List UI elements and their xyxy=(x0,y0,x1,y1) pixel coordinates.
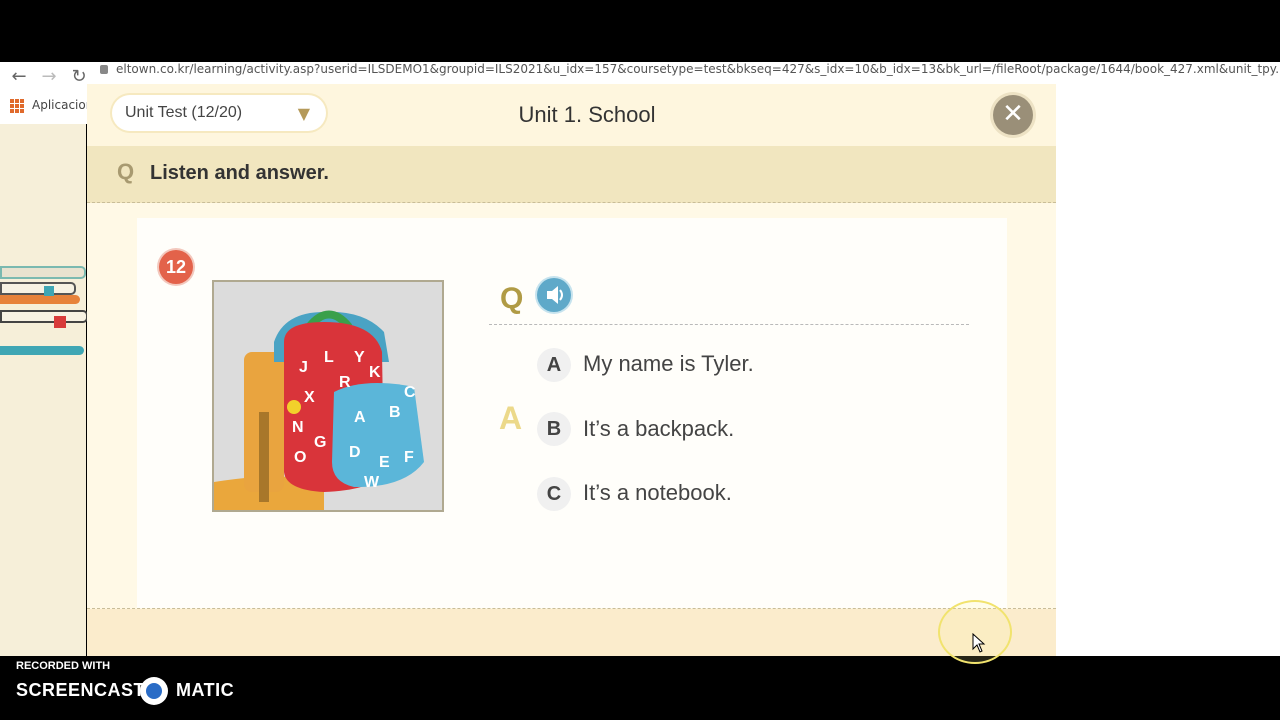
close-icon: ✕ xyxy=(1002,99,1024,129)
apps-grid-icon[interactable] xyxy=(10,98,24,113)
option-a-letter[interactable]: A xyxy=(537,348,571,382)
book-icon xyxy=(0,310,88,323)
screencast-text: SCREENCAST xyxy=(16,680,146,700)
back-arrow-icon[interactable]: ← xyxy=(8,66,30,88)
option-c-letter[interactable]: C xyxy=(537,477,571,511)
close-button[interactable]: ✕ xyxy=(993,95,1033,135)
screencast-logo-icon xyxy=(140,677,168,705)
svg-text:R: R xyxy=(339,374,351,391)
bookmark-ribbon-icon xyxy=(54,316,66,328)
activity-panel: Unit Test (12/20) ▼ Unit 1. School ✕ Q L… xyxy=(87,84,1056,656)
question-number-badge: 12 xyxy=(159,250,193,284)
book-icon xyxy=(0,346,84,355)
address-bar[interactable]: eltown.co.kr/learning/activity.asp?useri… xyxy=(100,62,1280,82)
matic-text: MATIC xyxy=(176,680,235,700)
svg-text:E: E xyxy=(379,454,390,471)
left-decoration xyxy=(0,124,88,656)
page-background xyxy=(1056,84,1280,656)
page-title: Unit 1. School xyxy=(518,102,656,127)
footer-bar xyxy=(87,609,1056,656)
backpack-image: JL Y X R K NGO A BC D EF W xyxy=(212,280,444,512)
bookmark-ribbon-icon xyxy=(44,286,54,296)
question-card: 12 JLY XRK NGO ABC DEF W Q A A My name i… xyxy=(137,218,1007,608)
lock-icon xyxy=(100,65,108,74)
svg-text:N: N xyxy=(292,419,304,436)
bookmarks-bar: Aplicacion xyxy=(10,98,93,113)
svg-text:B: B xyxy=(389,404,401,421)
svg-text:X: X xyxy=(304,389,315,406)
option-a-text[interactable]: My name is Tyler. xyxy=(583,351,754,377)
svg-text:Y: Y xyxy=(354,349,365,366)
svg-text:O: O xyxy=(294,449,306,466)
svg-text:J: J xyxy=(299,359,308,376)
top-bar: Unit Test (12/20) ▼ Unit 1. School ✕ xyxy=(87,84,1056,146)
cursor-highlight xyxy=(938,600,1012,664)
svg-text:W: W xyxy=(364,474,380,491)
option-b-text[interactable]: It’s a backpack. xyxy=(583,416,734,442)
audio-play-button[interactable] xyxy=(537,278,571,312)
svg-text:C: C xyxy=(404,384,416,401)
instruction-text: Listen and answer. xyxy=(150,162,329,184)
question-divider xyxy=(489,324,969,325)
book-icon xyxy=(0,295,80,304)
svg-text:F: F xyxy=(404,449,414,466)
instruction-q-label: Q xyxy=(117,159,135,184)
option-c-text[interactable]: It’s a notebook. xyxy=(583,480,732,506)
svg-text:D: D xyxy=(349,444,361,461)
forward-arrow-icon[interactable]: → xyxy=(38,66,60,88)
svg-text:K: K xyxy=(369,364,381,381)
bookmark-apps[interactable]: Aplicacion xyxy=(32,98,93,112)
option-b-letter[interactable]: B xyxy=(537,412,571,446)
answer-a-label: A xyxy=(499,400,523,436)
svg-text:L: L xyxy=(324,349,334,366)
book-icon xyxy=(0,266,86,279)
instruction-bar: Q Listen and answer. xyxy=(87,146,1056,203)
question-q-label: Q xyxy=(500,282,524,315)
recorded-with-text: RECORDED WITH xyxy=(16,660,111,672)
url-text: eltown.co.kr/learning/activity.asp?useri… xyxy=(116,62,1280,76)
svg-text:G: G xyxy=(314,434,326,451)
book-icon xyxy=(0,282,76,295)
mouse-cursor-icon xyxy=(972,633,986,653)
speaker-icon xyxy=(547,286,563,304)
svg-text:A: A xyxy=(354,409,366,426)
